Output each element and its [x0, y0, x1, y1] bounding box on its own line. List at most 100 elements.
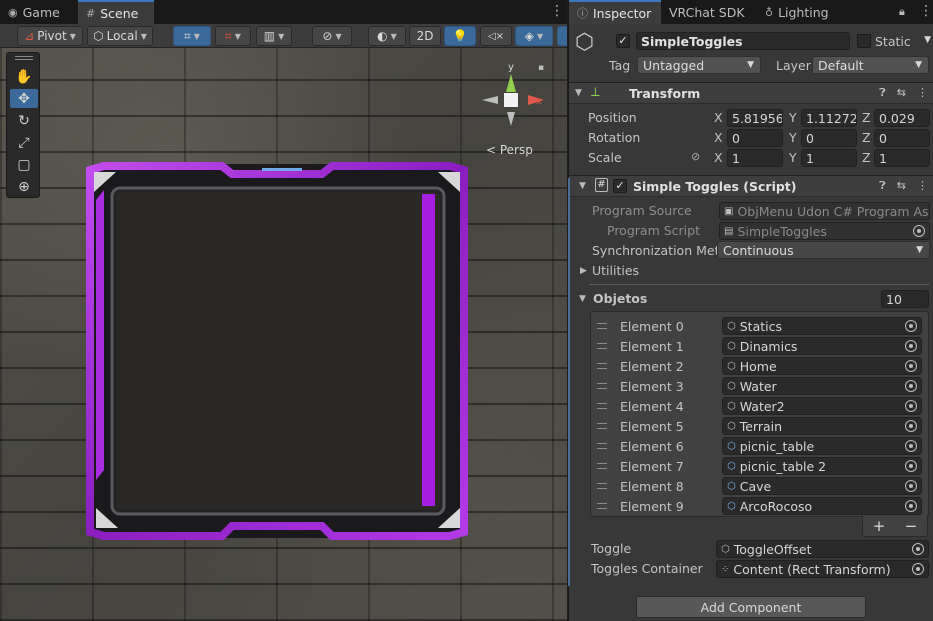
sync-method-dropdown[interactable]: Continuous ▼ [717, 241, 930, 259]
scene-tab-menu-icon[interactable]: ⋮ [550, 3, 564, 19]
element-object-field[interactable]: ⬡ Dinamics [722, 337, 922, 355]
remove-element-button[interactable]: − [905, 517, 918, 535]
object-picker-icon[interactable] [905, 400, 917, 412]
gameobject-name-field[interactable]: SimpleToggles [636, 32, 850, 50]
help-icon[interactable]: ❓︎ [879, 86, 886, 100]
drag-handle-icon[interactable] [597, 503, 607, 509]
drag-handle-icon[interactable] [597, 403, 607, 409]
drag-handle-icon[interactable] [597, 463, 607, 469]
transform-header[interactable]: ▼ ⟂ Transform ❓︎ ⇆ ⋮ [569, 82, 933, 104]
rotation-x-axis-label[interactable]: X [714, 130, 723, 145]
list-item[interactable]: Element 4 ⬡ Water2 [591, 396, 928, 416]
program-script-field[interactable]: ▤ SimpleToggles [719, 222, 930, 240]
object-picker-icon[interactable] [913, 225, 925, 237]
more-toolbar-button[interactable] [557, 26, 567, 46]
toggle-field[interactable]: ⬡ ToggleOffset [716, 540, 929, 558]
position-x-axis-label[interactable]: X [714, 110, 723, 125]
program-source-field[interactable]: ▣ ObjMenu Udon C# Program Ass [719, 202, 930, 220]
objetos-label[interactable]: Objetos [593, 291, 647, 306]
element-object-field[interactable]: ⬡ ArcoRocoso [722, 497, 922, 515]
move-tool-button[interactable]: ✥ [10, 89, 38, 108]
mode-2d-button[interactable]: 2D [409, 26, 441, 46]
tab-lighting[interactable]: ♁ Lighting [757, 0, 843, 24]
rect-tool-button[interactable]: ▢ [10, 155, 38, 174]
drag-handle-icon[interactable] [597, 423, 607, 429]
help-icon[interactable]: ❓︎ [879, 179, 886, 193]
list-item[interactable]: Element 1 ⬡ Dinamics [591, 336, 928, 356]
rotate-tool-button[interactable]: ↻ [10, 111, 38, 130]
script-header[interactable]: ▼ # ✓ Simple Toggles (Script) ❓︎ ⇆ ⋮ [569, 175, 933, 197]
effects-button[interactable]: ◈ ▼ [515, 26, 553, 46]
rotation-z-axis-label[interactable]: Z [862, 130, 871, 145]
object-picker-icon[interactable] [905, 380, 917, 392]
scale-tool-button[interactable]: ⤢ [10, 133, 38, 152]
rotation-y-axis-label[interactable]: Y [789, 130, 797, 145]
drag-handle-icon[interactable] [597, 483, 607, 489]
scale-x-axis-label[interactable]: X [714, 150, 723, 165]
menu-frame-object[interactable] [82, 160, 472, 542]
drag-handle-icon[interactable] [597, 343, 607, 349]
lighting-toggle-button[interactable]: 💡 [444, 26, 476, 46]
utilities-foldout-icon[interactable]: ▶ [580, 266, 587, 276]
element-object-field[interactable]: ⬡ picnic_table [722, 437, 922, 455]
add-component-button[interactable]: Add Component [636, 596, 866, 618]
gameobject-active-checkbox[interactable]: ✓ [616, 34, 630, 48]
list-item[interactable]: Element 2 ⬡ Home [591, 356, 928, 376]
component-menu-icon[interactable]: ⋮ [917, 86, 928, 100]
preset-icon[interactable]: ⇆ [897, 86, 906, 100]
snap-increment-button[interactable]: ⌗ ▼ [215, 26, 251, 46]
list-item[interactable]: Element 7 ⬡ picnic_table 2 [591, 456, 928, 476]
object-picker-icon[interactable] [905, 340, 917, 352]
object-picker-icon[interactable] [905, 440, 917, 452]
drag-handle-icon[interactable] [597, 363, 607, 369]
pivot-dropdown[interactable]: ⊿ Pivot ▼ [17, 26, 83, 46]
position-y-axis-label[interactable]: Y [789, 110, 797, 125]
local-dropdown[interactable]: ⬡ Local ▼ [87, 26, 153, 46]
static-dropdown[interactable]: ▼ [921, 32, 931, 50]
shading-mode-button[interactable]: ◐ ▼ [368, 26, 406, 46]
element-object-field[interactable]: ⬡ Water [722, 377, 922, 395]
inspector-menu-icon[interactable]: ⋮ [919, 3, 933, 19]
audio-toggle-button[interactable]: ◁× [480, 26, 512, 46]
object-picker-icon[interactable] [905, 360, 917, 372]
tab-scene[interactable]: # Scene [78, 0, 154, 24]
constrain-proportions-icon[interactable]: ⊘ [691, 150, 700, 163]
tab-inspector[interactable]: ⓘ Inspector [569, 0, 661, 24]
scale-y-field[interactable]: 1 [801, 149, 857, 167]
objetos-foldout-icon[interactable]: ▼ [579, 294, 586, 304]
scene-viewport[interactable]: ✋ ✥ ↻ ⤢ ▢ ⊕ y x ▪ < Persp [0, 48, 567, 621]
script-enabled-checkbox[interactable]: ✓ [613, 179, 627, 193]
draw-mode-button[interactable]: ⊘ ▼ [312, 26, 352, 46]
position-x-field[interactable]: 5.819569 [727, 109, 783, 127]
list-item[interactable]: Element 5 ⬡ Terrain [591, 416, 928, 436]
position-z-field[interactable]: 0.029 [874, 109, 930, 127]
tab-vrchat-sdk[interactable]: VRChat SDK [661, 0, 757, 24]
position-y-field[interactable]: 1.112724 [801, 109, 857, 127]
object-picker-icon[interactable] [905, 320, 917, 332]
ruler-button[interactable]: ▥ ▼ [256, 26, 292, 46]
position-z-axis-label[interactable]: Z [862, 110, 871, 125]
tab-game[interactable]: ◉ Game [0, 0, 78, 24]
element-object-field[interactable]: ⬡ Water2 [722, 397, 922, 415]
tag-dropdown[interactable]: Untagged ▼ [637, 56, 761, 74]
scale-z-field[interactable]: 1 [874, 149, 930, 167]
scale-y-axis-label[interactable]: Y [789, 150, 797, 165]
layer-dropdown[interactable]: Default ▼ [812, 56, 929, 74]
lock-icon[interactable]: 🔒︎ [899, 5, 905, 19]
rotation-x-field[interactable]: 0 [727, 129, 783, 147]
list-item[interactable]: Element 3 ⬡ Water [591, 376, 928, 396]
objetos-size-field[interactable]: 10 [881, 290, 929, 308]
object-picker-icon[interactable] [905, 420, 917, 432]
toggles-container-field[interactable]: ⁘ Content (Rect Transform) [716, 560, 929, 578]
element-object-field[interactable]: ⬡ Statics [722, 317, 922, 335]
rotation-z-field[interactable]: 0 [874, 129, 930, 147]
grid-snap-button[interactable]: ⌗ ▼ [173, 26, 211, 46]
object-picker-icon[interactable] [905, 480, 917, 492]
object-picker-icon[interactable] [905, 460, 917, 472]
element-object-field[interactable]: ⬡ picnic_table 2 [722, 457, 922, 475]
object-picker-icon[interactable] [912, 543, 924, 555]
object-picker-icon[interactable] [905, 500, 917, 512]
rotation-y-field[interactable]: 0 [801, 129, 857, 147]
element-object-field[interactable]: ⬡ Cave [722, 477, 922, 495]
list-item[interactable]: Element 9 ⬡ ArcoRocoso [591, 496, 928, 516]
